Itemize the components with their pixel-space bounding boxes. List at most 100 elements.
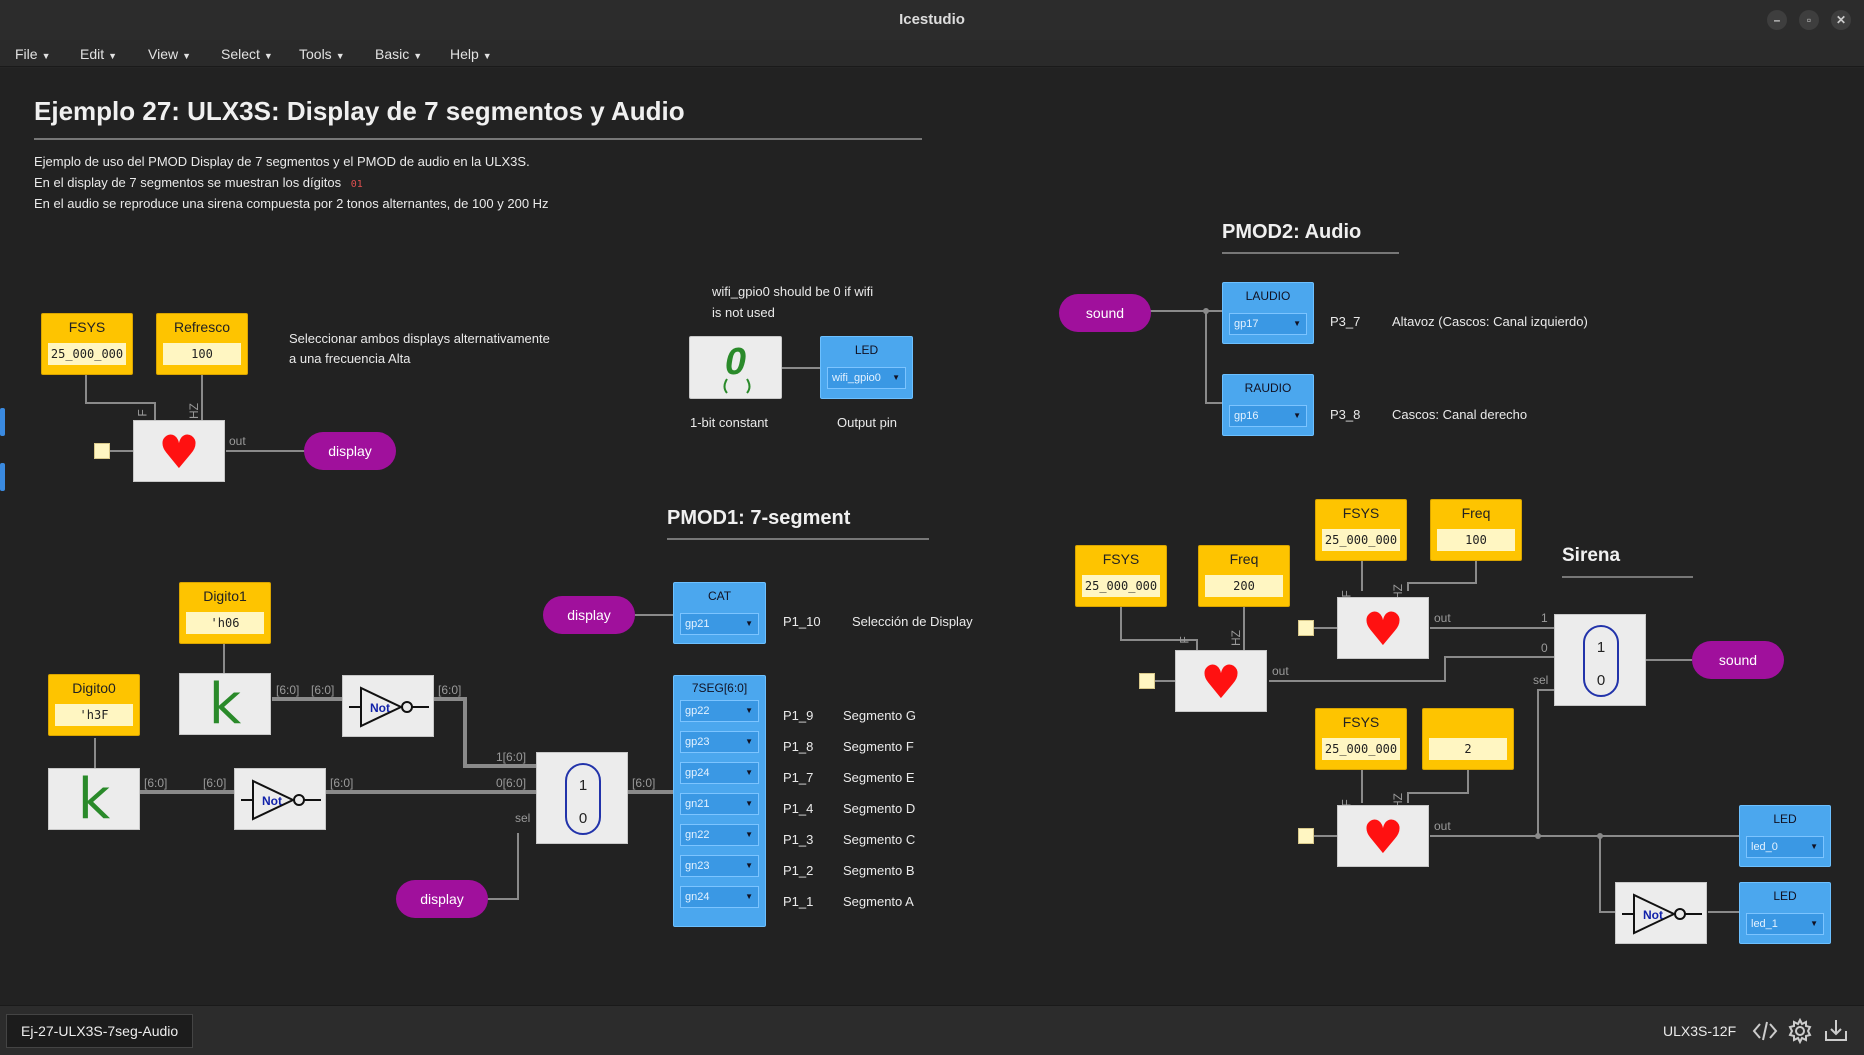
seg-pin-select[interactable]: gn21 ▼ xyxy=(680,793,759,815)
chevron-down-icon: ▼ xyxy=(41,51,51,61)
led1-output[interactable]: LED led_1 ▼ xyxy=(1739,882,1831,944)
seg-port: P1_1 xyxy=(783,894,814,909)
minimize-icon[interactable]: – xyxy=(1767,10,1787,30)
digito0-value[interactable]: 'h3F xyxy=(55,704,133,726)
port-label-hz: HZ xyxy=(1229,630,1243,646)
led-output-wifi[interactable]: LED wifi_gpio0 ▼ xyxy=(820,336,913,399)
freq-param-b[interactable]: Freq 200 xyxy=(1198,545,1290,607)
seg-desc: Segmento D xyxy=(843,801,916,816)
menu-tools[interactable]: Tools ▼ xyxy=(299,46,345,62)
out-label: out xyxy=(229,434,246,448)
not-gate-1[interactable]: Not xyxy=(342,675,434,737)
fsys-value[interactable]: 25_000_000 xyxy=(1082,575,1160,597)
mux-symbol: 10 xyxy=(565,763,601,835)
freq-value[interactable]: 100 xyxy=(1437,529,1515,551)
raudio-output[interactable]: RAUDIO gp16 ▼ xyxy=(1222,374,1314,436)
freq-value[interactable]: 2 xyxy=(1429,738,1507,760)
menu-view[interactable]: View ▼ xyxy=(148,46,191,62)
menu-basic[interactable]: Basic ▼ xyxy=(375,46,422,62)
menu-edit[interactable]: Edit ▼ xyxy=(80,46,117,62)
digito1-param[interactable]: Digito1 'h06 xyxy=(179,582,271,644)
menu-select[interactable]: Select ▼ xyxy=(221,46,273,62)
pin-select[interactable]: wifi_gpio0 ▼ xyxy=(827,367,906,389)
constant-block-0[interactable]: k xyxy=(48,767,140,832)
seg-pin-select[interactable]: gn22 ▼ xyxy=(680,824,759,846)
not-gate-icon: Not xyxy=(1622,893,1702,935)
refresco-param[interactable]: Refresco 100 xyxy=(156,313,248,375)
heart-block[interactable]: ♥ xyxy=(1337,597,1429,659)
input-terminal[interactable] xyxy=(1298,828,1314,844)
input-terminal[interactable] xyxy=(1139,673,1155,689)
raudio-port: P3_8 xyxy=(1330,407,1361,422)
input-terminal[interactable] xyxy=(94,443,110,459)
heart-block[interactable]: ♥ xyxy=(1175,650,1267,712)
cat-output[interactable]: CAT gp21 ▼ xyxy=(673,582,766,644)
seg-pin-select[interactable]: gp23 ▼ xyxy=(680,731,759,753)
led0-output[interactable]: LED led_0 ▼ xyxy=(1739,805,1831,867)
seg-pin-select[interactable]: gn24 ▼ xyxy=(680,886,759,908)
seg-port: P1_9 xyxy=(783,708,814,723)
chevron-down-icon: ▼ xyxy=(745,768,753,777)
mux-sel-label: sel xyxy=(1533,673,1549,687)
pin-select[interactable]: gp17 ▼ xyxy=(1229,313,1307,335)
k-glyph: k xyxy=(77,767,111,832)
freq-value[interactable]: 200 xyxy=(1205,575,1283,597)
close-icon[interactable]: ✕ xyxy=(1831,10,1851,30)
seg-pin-select[interactable]: gp22 ▼ xyxy=(680,700,759,722)
display-label-pill[interactable]: display xyxy=(304,432,396,470)
maximize-icon[interactable]: ▫ xyxy=(1799,10,1819,30)
fsys-param-a[interactable]: FSYS 25_000_000 xyxy=(1315,499,1407,561)
fsys-param-c[interactable]: FSYS 25_000_000 xyxy=(1315,708,1407,770)
fsys-value[interactable]: 25_000_000 xyxy=(48,343,126,365)
pin-select[interactable]: gp21 ▼ xyxy=(680,613,759,635)
display-label-pill[interactable]: display xyxy=(543,596,635,634)
project-tab[interactable]: Ej-27-ULX3S-7seg-Audio xyxy=(6,1014,194,1048)
chevron-down-icon: ▼ xyxy=(745,619,753,628)
fsys-param-b[interactable]: FSYS 25_000_000 xyxy=(1075,545,1167,607)
seg-output[interactable]: 7SEG[6:0] gp22 ▼ gp23 ▼ gp24 ▼ gn21 ▼ gn22 ▼ … xyxy=(673,675,766,927)
pin-select[interactable]: gp16 ▼ xyxy=(1229,405,1307,427)
laudio-output[interactable]: LAUDIO gp17 ▼ xyxy=(1222,282,1314,344)
pin-select[interactable]: led_0 ▼ xyxy=(1746,836,1824,858)
chevron-down-icon: ▼ xyxy=(745,830,753,839)
mux-block[interactable]: 10 xyxy=(536,752,628,844)
status-bar: Ej-27-ULX3S-7seg-Audio ULX3S-12F xyxy=(0,1005,1864,1055)
design-canvas[interactable]: Ejemplo 27: ULX3S: Display de 7 segmento… xyxy=(0,68,1864,1005)
fsys-value[interactable]: 25_000_000 xyxy=(1322,738,1400,760)
not-gate-0[interactable]: Not xyxy=(234,768,326,830)
heart-block[interactable]: ♥ xyxy=(133,420,225,482)
board-label[interactable]: ULX3S-12F xyxy=(1663,1023,1736,1039)
heart-block[interactable]: ♥ xyxy=(1337,805,1429,867)
constant-block-1[interactable]: k xyxy=(179,672,271,737)
fsys-value[interactable]: 25_000_000 xyxy=(1322,529,1400,551)
digito1-value[interactable]: 'h06 xyxy=(186,612,264,634)
upload-icon[interactable] xyxy=(1823,1017,1849,1043)
seg-pin-select[interactable]: gn23 ▼ xyxy=(680,855,759,877)
freq-param-c[interactable]: 2 xyxy=(1422,708,1514,770)
bus-label: [6:0] xyxy=(311,683,335,697)
sound-label-pill[interactable]: sound xyxy=(1692,641,1784,679)
freq-param-a[interactable]: Freq 100 xyxy=(1430,499,1522,561)
mux-block[interactable]: 10 xyxy=(1554,614,1646,706)
display-label-pill[interactable]: display xyxy=(396,880,488,918)
seg-pin-select[interactable]: gp24 ▼ xyxy=(680,762,759,784)
seg-desc: Segmento E xyxy=(843,770,915,785)
desc-line-3: En el audio se reproduce una sirena comp… xyxy=(34,196,549,211)
gear-icon[interactable] xyxy=(1787,1018,1813,1044)
input-terminal[interactable] xyxy=(1298,620,1314,636)
code-icon[interactable] xyxy=(1752,1019,1778,1043)
not-label: Not xyxy=(1643,908,1663,922)
not-gate-led[interactable]: Not xyxy=(1615,882,1707,944)
menu-file[interactable]: File ▼ xyxy=(15,46,50,62)
chevron-down-icon: ▼ xyxy=(745,799,753,808)
fsys-param[interactable]: FSYS 25_000_000 xyxy=(41,313,133,375)
menu-help[interactable]: Help ▼ xyxy=(450,46,492,62)
mux-in1-label: 1[6:0] xyxy=(496,750,527,764)
constant-bit-block[interactable]: 0 xyxy=(689,336,782,399)
pin-select[interactable]: led_1 ▼ xyxy=(1746,913,1824,935)
refresco-value[interactable]: 100 xyxy=(163,343,241,365)
sound-label-pill[interactable]: sound xyxy=(1059,294,1151,332)
digito0-param[interactable]: Digito0 'h3F xyxy=(48,674,140,736)
not-gate-icon: Not xyxy=(349,686,429,728)
wifi-note-2: is not used xyxy=(712,305,775,320)
